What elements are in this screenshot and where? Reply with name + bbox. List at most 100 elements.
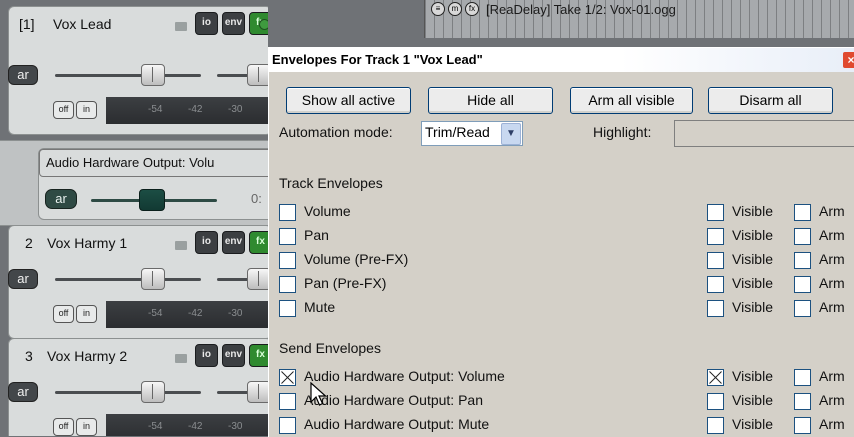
arm-checkbox[interactable] <box>794 252 811 269</box>
automation-arm-button[interactable]: ar <box>8 65 38 85</box>
arm-checkbox[interactable] <box>794 204 811 221</box>
send-fader-knob[interactable] <box>139 189 165 211</box>
item-lock-icon[interactable]: ≡ <box>431 2 445 16</box>
arm-checkbox[interactable] <box>794 276 811 293</box>
visible-checkbox[interactable] <box>707 276 724 293</box>
volume-fader-track[interactable] <box>55 74 201 77</box>
envelope-row: Volume Visible Arm <box>279 202 854 222</box>
record-input-button[interactable]: in <box>76 305 97 323</box>
record-input-button[interactable]: in <box>76 101 97 119</box>
automation-mode-value: Trim/Read <box>425 124 490 140</box>
send-envelope-lane: Audio Hardware Output: Volu ar 0: <box>0 140 268 226</box>
visible-checkbox[interactable] <box>707 228 724 245</box>
arm-label: Arm <box>819 392 845 408</box>
arm-checkbox[interactable] <box>794 228 811 245</box>
pan-fader-knob[interactable] <box>247 64 268 86</box>
record-monitor-off-button[interactable]: off <box>53 101 74 119</box>
visible-checkbox[interactable] <box>707 369 724 386</box>
track-name[interactable]: 2 Vox Harmy 1 <box>25 235 127 251</box>
visible-label: Visible <box>732 368 773 384</box>
arm-checkbox[interactable] <box>794 369 811 386</box>
fx-button[interactable]: fx <box>249 231 268 254</box>
send-lane-panel: Audio Hardware Output: Volu ar 0: <box>38 148 268 220</box>
envelope-enable-checkbox[interactable] <box>279 252 296 269</box>
automation-arm-button[interactable]: ar <box>8 382 38 402</box>
pan-fader-knob[interactable] <box>247 381 268 403</box>
envelope-enable-checkbox[interactable] <box>279 393 296 410</box>
envelope-enable-checkbox[interactable] <box>279 300 296 317</box>
visible-label: Visible <box>732 203 773 219</box>
track-name[interactable]: [1] Vox Lead <box>19 16 111 32</box>
track-panel: [1] Vox Lead io env fx ar off in -54 -42 … <box>0 0 268 436</box>
envelope-enable-checkbox[interactable] <box>279 204 296 221</box>
visible-checkbox[interactable] <box>707 300 724 317</box>
record-input-button[interactable]: in <box>76 418 97 436</box>
fx-button[interactable]: fx <box>249 344 268 367</box>
io-button[interactable]: io <box>195 12 218 35</box>
item-notes-icon[interactable]: m <box>448 2 462 16</box>
track-meter: -54 -42 -30 <box>106 414 268 436</box>
arm-checkbox[interactable] <box>794 417 811 434</box>
hide-all-button[interactable]: Hide all <box>428 87 553 114</box>
folder-icon[interactable] <box>175 241 187 250</box>
env-button[interactable]: env <box>222 231 245 254</box>
envelope-enable-checkbox[interactable] <box>279 369 296 386</box>
volume-fader-track[interactable] <box>55 391 201 394</box>
volume-fader-knob[interactable] <box>141 268 165 290</box>
envelope-enable-checkbox[interactable] <box>279 417 296 434</box>
arm-label: Arm <box>819 416 845 432</box>
envelope-enable-checkbox[interactable] <box>279 276 296 293</box>
arm-checkbox[interactable] <box>794 300 811 317</box>
show-all-active-button[interactable]: Show all active <box>286 87 411 114</box>
media-item[interactable]: ≡ m fx [ReaDelay] Take 1/2: Vox-01.ogg <box>424 0 854 38</box>
pan-fader-knob[interactable] <box>247 268 268 290</box>
send-envelope-name[interactable]: Audio Hardware Output: Volu <box>39 149 268 177</box>
arm-checkbox[interactable] <box>794 393 811 410</box>
volume-fader-knob[interactable] <box>141 64 165 86</box>
visible-checkbox[interactable] <box>707 204 724 221</box>
visible-label: Visible <box>732 416 773 432</box>
item-fx-icon[interactable]: fx <box>465 2 479 16</box>
io-button[interactable]: io <box>195 231 218 254</box>
envelope-enable-checkbox[interactable] <box>279 228 296 245</box>
env-button[interactable]: env <box>222 344 245 367</box>
volume-fader-track[interactable] <box>55 278 201 281</box>
close-icon[interactable]: × <box>843 52 854 68</box>
folder-icon[interactable] <box>175 354 187 363</box>
fx-bypass-led[interactable] <box>259 19 268 30</box>
track-2[interactable]: 2 Vox Harmy 1 io env fx ar off in -54 -42… <box>8 225 268 339</box>
envelope-row: Audio Hardware Output: Mute Visible Arm <box>279 415 854 435</box>
record-monitor-off-button[interactable]: off <box>53 305 74 323</box>
item-header: ≡ m fx [ReaDelay] Take 1/2: Vox-01.ogg <box>431 1 676 17</box>
folder-icon[interactable] <box>175 22 187 31</box>
visible-label: Visible <box>732 392 773 408</box>
chevron-down-icon[interactable]: ▼ <box>501 123 521 145</box>
track-3[interactable]: 3 Vox Harmy 2 io env fx ar off in -54 -42… <box>8 338 268 436</box>
io-button[interactable]: io <box>195 344 218 367</box>
dialog-title: Envelopes For Track 1 "Vox Lead" <box>272 52 483 67</box>
env-button[interactable]: env <box>222 12 245 35</box>
record-monitor-off-button[interactable]: off <box>53 418 74 436</box>
arm-label: Arm <box>819 227 845 243</box>
automation-arm-button[interactable]: ar <box>8 269 38 289</box>
envelopes-dialog: Envelopes For Track 1 "Vox Lead" × Show … <box>268 47 854 437</box>
arm-all-visible-button[interactable]: Arm all visible <box>570 87 693 114</box>
track-meter: -54 -42 -30 <box>106 97 268 124</box>
visible-checkbox[interactable] <box>707 417 724 434</box>
item-title: [ReaDelay] Take 1/2: Vox-01.ogg <box>486 1 676 17</box>
highlight-field[interactable] <box>674 120 854 147</box>
automation-mode-select[interactable]: Trim/Read ▼ <box>421 121 523 146</box>
visible-checkbox[interactable] <box>707 393 724 410</box>
visible-checkbox[interactable] <box>707 252 724 269</box>
send-arm-button[interactable]: ar <box>45 189 77 209</box>
envelope-name: Audio Hardware Output: Pan <box>304 392 483 408</box>
track-1[interactable]: [1]Vox Lead io env fx ar off in -54 -42 … <box>8 6 268 135</box>
track-name[interactable]: 3 Vox Harmy 2 <box>25 348 127 364</box>
highlight-label: Highlight: <box>593 124 652 140</box>
arm-label: Arm <box>819 203 845 219</box>
envelope-name: Audio Hardware Output: Volume <box>304 368 505 384</box>
volume-fader-knob[interactable] <box>141 381 165 403</box>
meter-tick: -42 <box>188 421 203 432</box>
disarm-all-button[interactable]: Disarm all <box>708 87 833 114</box>
dialog-titlebar[interactable]: Envelopes For Track 1 "Vox Lead" × <box>269 48 854 72</box>
